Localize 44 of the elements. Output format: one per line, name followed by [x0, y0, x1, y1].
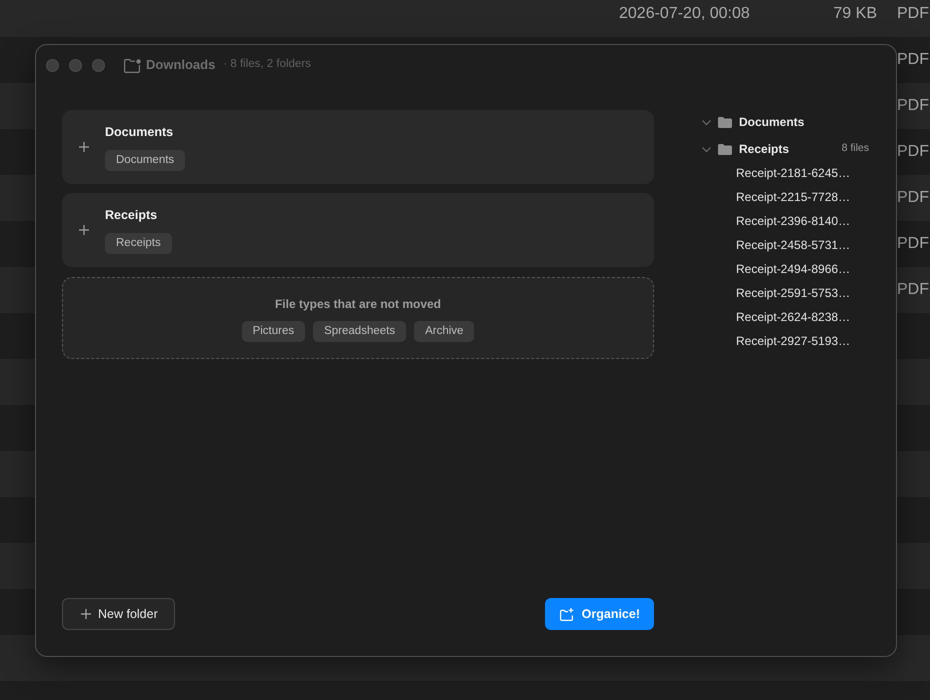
- file-type-tag: Archive: [414, 321, 474, 342]
- file-kind: PDF: [897, 51, 929, 68]
- rule-title: Documents: [105, 124, 174, 142]
- minimize-button[interactable]: [69, 58, 82, 72]
- file-kind: PDF: [897, 281, 929, 298]
- file-kind: PDF: [897, 5, 929, 22]
- file-name[interactable]: Receipt-2215-7728…: [736, 188, 850, 206]
- date-modified: 2026-07-20, 00:08: [619, 5, 750, 22]
- folder-icon: [718, 144, 732, 154]
- file-type-tag: Pictures: [242, 321, 306, 342]
- file-size: 79 KB: [833, 4, 877, 24]
- plus-icon: [79, 142, 89, 152]
- plus-icon: [81, 609, 91, 619]
- folder-icon: [718, 116, 732, 128]
- chevron-down-icon[interactable]: [702, 144, 711, 154]
- organize-button[interactable]: Organice!: [544, 598, 654, 630]
- file-name[interactable]: Receipt-2494-8966…: [736, 260, 850, 278]
- file-type-tag: Spreadsheets: [313, 321, 406, 342]
- folder-name[interactable]: Documents: [739, 113, 804, 131]
- window-subtitle: · 8 files, 2 folders: [223, 57, 311, 72]
- chevron-down-icon[interactable]: [702, 118, 711, 126]
- file-name[interactable]: Receipt-2458-5731…: [736, 236, 850, 254]
- file-type-tag: Receipts: [105, 232, 172, 254]
- file-name[interactable]: Receipt-2591-5753…: [736, 284, 850, 302]
- excluded-types-title: File types that are not moved: [274, 296, 442, 313]
- file-name[interactable]: Receipt-2927-5193…: [736, 332, 850, 350]
- window-title: Downloads: [146, 56, 216, 74]
- new-folder-button[interactable]: New folder: [62, 598, 175, 630]
- folder-plus-icon: [560, 608, 574, 620]
- folder-badge-icon: [124, 58, 142, 72]
- file-kind: PDF: [897, 189, 929, 206]
- folder-name[interactable]: Receipts: [739, 140, 790, 158]
- file-name[interactable]: Receipt-2181-6245…: [736, 164, 850, 182]
- file-name[interactable]: Receipt-2624-8238…: [736, 308, 850, 326]
- plus-icon: [79, 225, 89, 235]
- file-type-tag: Documents: [105, 150, 186, 171]
- file-name[interactable]: Receipt-2396-8140…: [736, 212, 850, 230]
- close-button[interactable]: [46, 58, 59, 72]
- file-kind: PDF: [897, 235, 929, 252]
- file-kind: PDF: [897, 97, 929, 114]
- file-kind: PDF: [897, 143, 929, 160]
- zoom-button[interactable]: [92, 58, 105, 72]
- file-count: 8 files: [842, 141, 869, 156]
- rule-title: Receipts: [105, 207, 158, 224]
